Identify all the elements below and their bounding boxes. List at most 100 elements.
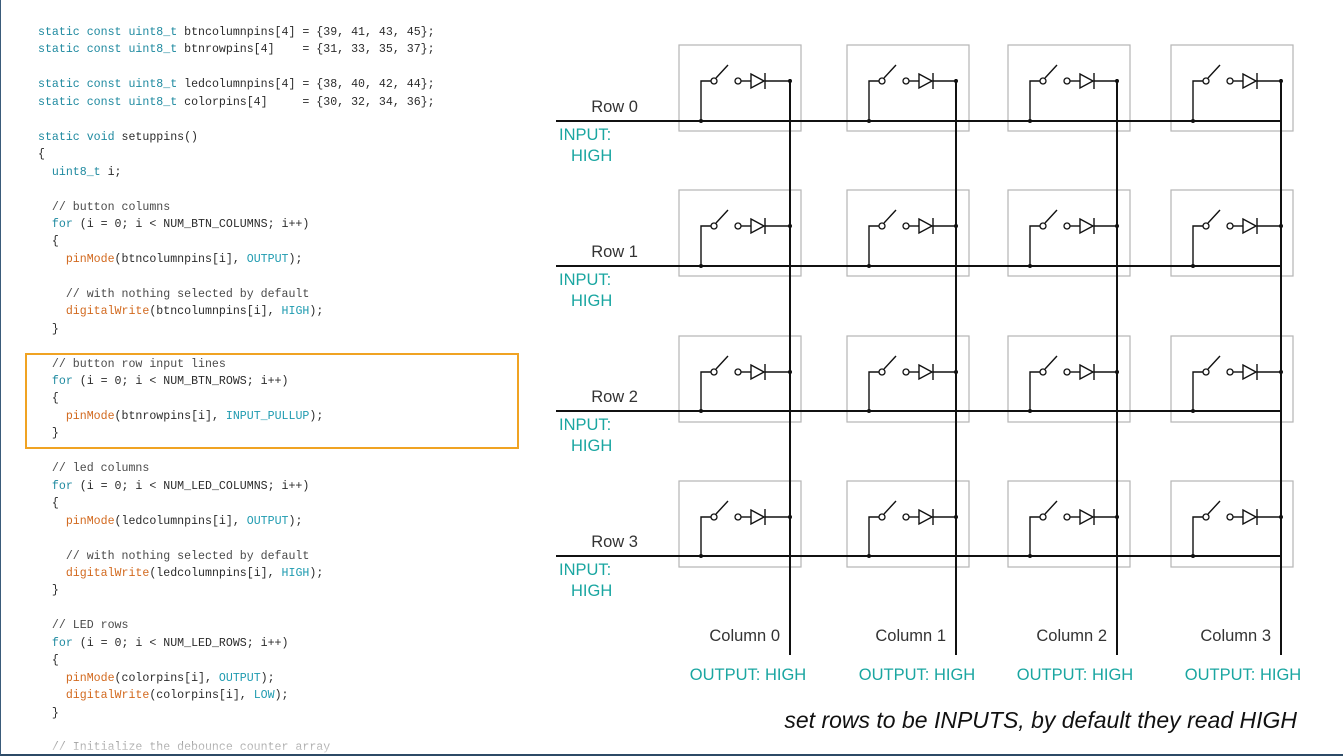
switch-contact <box>710 77 718 85</box>
switch-diode-icon <box>1191 355 1283 413</box>
switch-contact <box>902 77 910 85</box>
column-label: Column 2 <box>1036 627 1107 645</box>
symbol-stroke <box>1044 64 1058 79</box>
switch-contact <box>1226 77 1234 85</box>
switch-contact <box>902 513 910 521</box>
symbol-stroke <box>883 355 897 370</box>
diode-triangle <box>1079 217 1095 235</box>
matrix-cell <box>846 189 970 277</box>
matrix-cell <box>1170 335 1294 423</box>
switch-contact <box>1039 222 1047 230</box>
switch-contact <box>710 368 718 376</box>
symbol-stroke <box>868 225 879 266</box>
diode-triangle <box>750 217 766 235</box>
diode-triangle <box>1242 217 1258 235</box>
switch-contact <box>878 368 886 376</box>
row-label: Row 1 <box>591 243 638 261</box>
matrix-cell <box>1007 189 1131 277</box>
matrix-cell <box>1007 480 1131 568</box>
symbol-stroke <box>883 64 897 79</box>
switch-contact <box>1039 513 1047 521</box>
switch-contact <box>1226 368 1234 376</box>
diode-triangle <box>1079 508 1095 526</box>
matrix-cell <box>1170 480 1294 568</box>
switch-contact <box>1063 368 1071 376</box>
row-io-label: HIGH <box>571 147 612 165</box>
matrix-cell <box>1007 335 1131 423</box>
symbol-stroke <box>1207 209 1221 224</box>
diode-triangle <box>1079 72 1095 90</box>
labels-layer: Row 0 INPUT: HIGH Row 1 INPUT: HIGH Row 2 INPUT… <box>559 98 1301 684</box>
symbol-stroke <box>1029 225 1040 266</box>
diode-triangle <box>918 72 934 90</box>
switch-contact <box>1063 222 1071 230</box>
diode-triangle <box>1242 72 1258 90</box>
symbol-stroke <box>1207 500 1221 515</box>
switch-diode-icon <box>867 64 958 123</box>
symbol-stroke <box>1044 355 1058 370</box>
matrix-cell <box>1007 44 1131 132</box>
symbol-stroke <box>1029 516 1040 556</box>
column-label: Column 3 <box>1200 627 1271 645</box>
matrix-cell <box>678 189 802 277</box>
diode-triangle <box>918 217 934 235</box>
diode-triangle <box>918 508 934 526</box>
column-io-label: OUTPUT: HIGH <box>690 666 806 684</box>
row-label: Row 2 <box>591 388 638 406</box>
switch-contact <box>1202 77 1210 85</box>
switch-contact <box>734 77 742 85</box>
symbol-stroke <box>1029 371 1040 411</box>
diode-triangle <box>750 72 766 90</box>
symbol-stroke <box>700 371 711 411</box>
switch-contact <box>734 368 742 376</box>
symbol-stroke <box>715 355 729 370</box>
row-io-label: HIGH <box>571 292 612 310</box>
symbol-stroke <box>1207 64 1221 79</box>
symbol-stroke <box>715 209 729 224</box>
column-io-label: OUTPUT: HIGH <box>1185 666 1301 684</box>
row-label: Row 3 <box>591 533 638 551</box>
diode-triangle <box>1079 363 1095 381</box>
switch-contact <box>1039 77 1047 85</box>
switch-contact <box>734 222 742 230</box>
row-io-label: HIGH <box>571 582 612 600</box>
switch-diode-icon <box>1028 209 1119 268</box>
diode-triangle <box>1242 363 1258 381</box>
switch-contact <box>710 222 718 230</box>
symbol-stroke <box>1192 80 1203 121</box>
row-label: Row 0 <box>591 98 638 116</box>
caption: set rows to be INPUTS, by default they r… <box>784 707 1297 733</box>
switch-contact <box>734 513 742 521</box>
switch-diode-icon <box>867 500 958 558</box>
matrix-cell <box>678 335 802 423</box>
switch-contact <box>1202 513 1210 521</box>
switch-diode-icon <box>1191 209 1283 268</box>
switch-contact <box>1226 222 1234 230</box>
switch-diode-icon <box>1028 500 1119 558</box>
switch-contact <box>1202 368 1210 376</box>
diode-triangle <box>1242 508 1258 526</box>
symbol-stroke <box>868 516 879 556</box>
matrix-cell <box>678 480 802 568</box>
switch-diode-icon <box>867 209 958 268</box>
symbol-stroke <box>883 500 897 515</box>
switch-contact <box>902 368 910 376</box>
switch-contact <box>1063 513 1071 521</box>
symbol-stroke <box>1192 225 1203 266</box>
switch-diode-icon <box>699 355 792 413</box>
symbol-stroke <box>700 80 711 121</box>
symbol-stroke <box>700 225 711 266</box>
switch-diode-icon <box>699 64 792 123</box>
matrix-cell <box>1170 189 1294 277</box>
switch-diode-icon <box>1028 355 1119 413</box>
switch-diode-icon <box>867 355 958 413</box>
switch-contact <box>902 222 910 230</box>
symbol-stroke <box>1044 500 1058 515</box>
symbol-stroke <box>868 80 879 121</box>
diode-triangle <box>750 363 766 381</box>
column-label: Column 0 <box>709 627 780 645</box>
symbol-stroke <box>1044 209 1058 224</box>
matrix-cell <box>1170 44 1294 132</box>
switch-diode-icon <box>699 500 792 558</box>
row-io-label: HIGH <box>571 437 612 455</box>
